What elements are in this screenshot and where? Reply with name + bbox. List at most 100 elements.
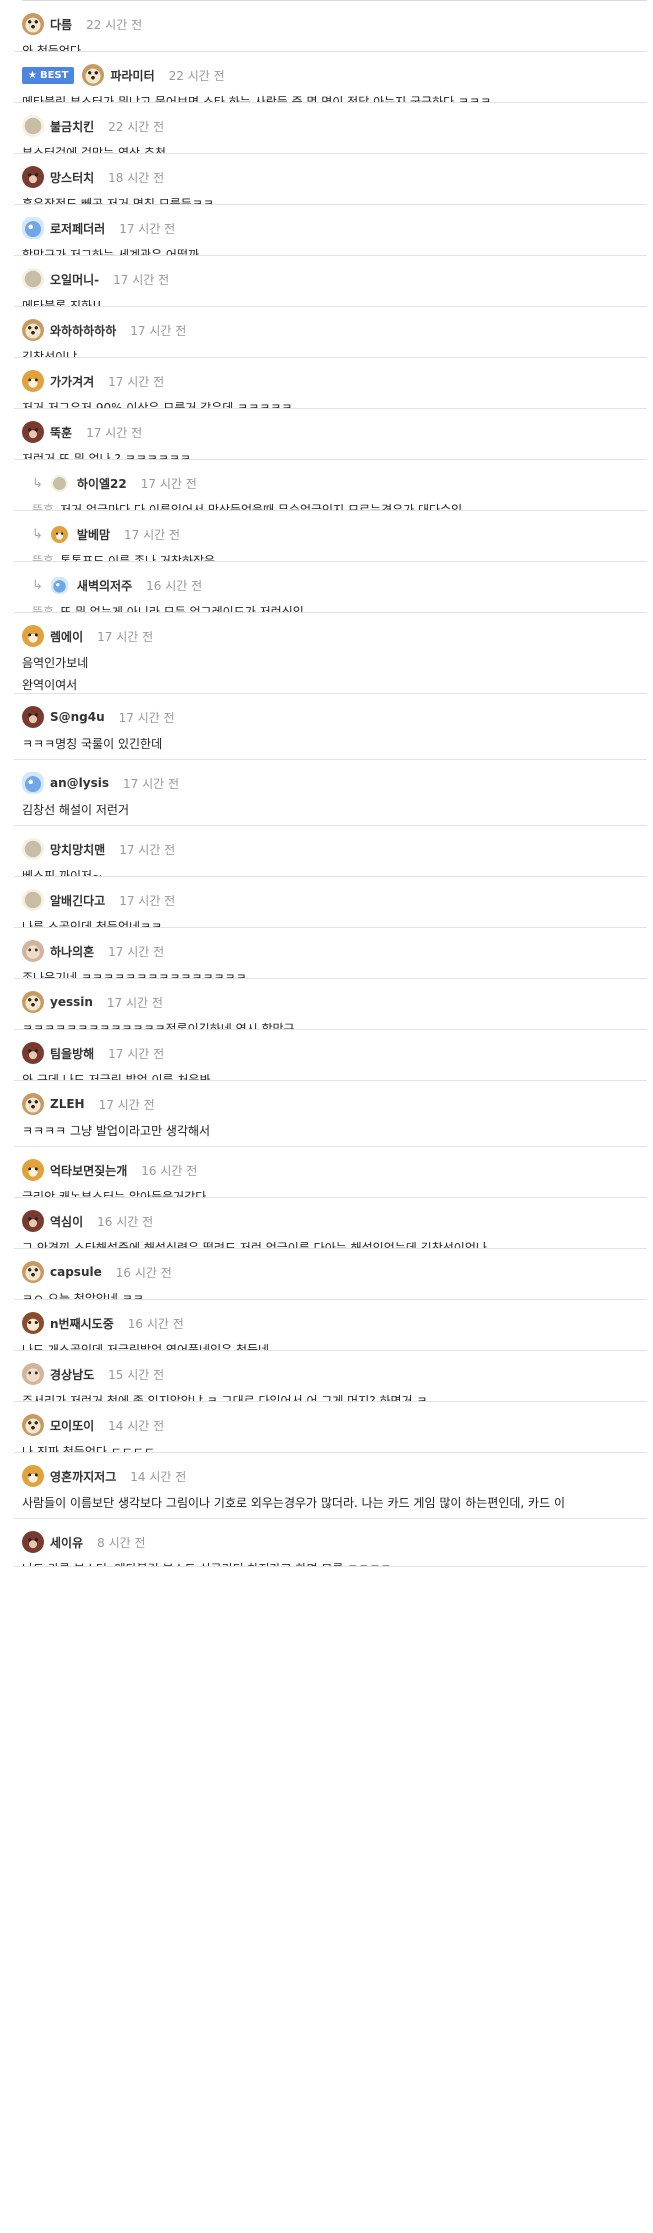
comment-text: 김창선 해설이 저런거 — [22, 803, 129, 817]
bear-avatar-icon[interactable] — [22, 1531, 44, 1553]
reply-item: ↳ 하이엘22 17 시간 전 뚝훈 저거 업글마다 다 이름있어서 막상들었을때 무슨… — [14, 460, 647, 511]
nickname[interactable]: 뚝훈 — [50, 424, 72, 441]
nickname[interactable]: 알배긴다고 — [50, 892, 105, 909]
fox-avatar-icon[interactable] — [50, 525, 68, 543]
nickname[interactable]: 경상남도 — [50, 1366, 94, 1383]
comment-item: ★ BEST 파라미터 22 시간 전 메타블릭 부스터가 뭐냐고 물어보면 스타 하는… — [14, 52, 647, 103]
timestamp: 15 시간 전 — [108, 1367, 165, 1382]
nickname[interactable]: 오일머니- — [50, 271, 99, 288]
timestamp: 17 시간 전 — [118, 710, 175, 725]
comment-meta: 억타보면짖는개 16 시간 전 — [22, 1157, 637, 1183]
fox-avatar-icon[interactable] — [22, 625, 44, 647]
nickname[interactable]: n번째시도중 — [50, 1315, 114, 1332]
nickname[interactable]: an@lysis — [50, 776, 109, 790]
reply-item: ↳ 발베맘 17 시간 전 뚝훈 통통포도 이름 존나 거창하잖음 — [14, 511, 647, 562]
crown-avatar-icon[interactable] — [22, 1312, 44, 1334]
reply-target[interactable]: 뚝훈 — [32, 503, 54, 510]
nickname[interactable]: 불금치킨 — [50, 118, 94, 135]
comment-text-line: 나름 스골인데 첨들었네ㅋㅋ — [22, 916, 637, 927]
nickname[interactable]: capsule — [50, 1265, 102, 1279]
comment-meta: 렘에이 17 시간 전 — [22, 623, 637, 649]
nickname[interactable]: 와하하하하하 — [50, 322, 116, 339]
comment-meta: capsule 16 시간 전 — [22, 1259, 637, 1285]
bear-avatar-icon[interactable] — [22, 706, 44, 728]
star-icon: ★ — [28, 69, 37, 81]
comment-text: 저런거 또 뭐 없나 ? ㅋㅋㅋㅋㅋㅋ — [22, 452, 191, 460]
puppy-avatar-icon[interactable] — [22, 13, 44, 35]
nickname[interactable]: 렘에이 — [50, 628, 83, 645]
nickname[interactable]: 하이엘22 — [77, 475, 127, 492]
nickname[interactable]: 세이유 — [50, 1534, 83, 1551]
sheep-avatar-icon[interactable] — [22, 1363, 44, 1385]
comment-body: ㅋㅋㅋㅋㅋㅋㅋㅋㅋㅋㅋㅋㅋ정론이긴하네 역시 할망구 — [22, 1018, 637, 1029]
comment-text: 또 뭐 없는게 아니라 모든 업그레이드가 저런식임 — [60, 605, 304, 613]
nickname[interactable]: 팀을방해 — [50, 1045, 94, 1062]
blob-avatar-icon[interactable] — [22, 838, 44, 860]
comment-meta: 경상남도 15 시간 전 — [22, 1361, 637, 1387]
sheep-avatar-icon[interactable] — [22, 940, 44, 962]
nickname[interactable]: 로저페더러 — [50, 220, 105, 237]
timestamp: 16 시간 전 — [146, 578, 203, 593]
comment-meta: 모이또이 14 시간 전 — [22, 1412, 637, 1438]
nickname[interactable]: 새벽의저주 — [77, 577, 132, 594]
puppy-avatar-icon[interactable] — [22, 1414, 44, 1436]
comment-body: 할망구가 저그하는 세계관은 어떨까 — [22, 244, 637, 255]
nickname[interactable]: 파라미터 — [110, 67, 154, 84]
comment-item: 뚝훈 17 시간 전 저런거 또 뭐 없나 ? ㅋㅋㅋㅋㅋㅋ — [14, 409, 647, 460]
timestamp: 17 시간 전 — [98, 1097, 155, 1112]
puppy-avatar-icon[interactable] — [82, 64, 105, 86]
nickname[interactable]: yessin — [50, 995, 93, 1009]
comment-item: 억타보면짖는개 16 시간 전 글리앗 캐논부스터는 알아들을거같다 — [14, 1147, 647, 1198]
comment-text: 와 근데 나도 저글링 발업 이름 처음봐 — [22, 1073, 211, 1081]
nickname[interactable]: 발베맘 — [77, 526, 110, 543]
comment-meta: S@ng4u 17 시간 전 — [22, 704, 637, 730]
nickname[interactable]: 망스터치 — [50, 169, 94, 186]
comment-text: ㄹㅇ 오늘 첨알았네 ㅋㅋ — [22, 1292, 144, 1300]
bear-avatar-icon[interactable] — [22, 1042, 44, 1064]
nickname[interactable]: 가가겨겨 — [50, 373, 94, 390]
nickname[interactable]: 망치망치맨 — [50, 841, 105, 858]
timestamp: 17 시간 전 — [130, 323, 187, 338]
nickname[interactable]: 모이또이 — [50, 1417, 94, 1434]
nickname[interactable]: 역심이 — [50, 1213, 83, 1230]
comment-text: 나도 개스골인데 저글링발업 영어풀네임은 첨듣네 — [22, 1343, 270, 1351]
fox-avatar-icon[interactable] — [22, 1159, 44, 1181]
comment-text-line: 흑운장정도 빼곤 저거 명칭 모를듯ㅋㅋ — [22, 193, 637, 204]
comment-text: 메타블록 진화!! — [22, 299, 102, 307]
bear-avatar-icon[interactable] — [22, 166, 44, 188]
puppy-avatar-icon[interactable] — [22, 319, 44, 341]
blob-avatar-icon[interactable] — [50, 474, 68, 492]
puppy-avatar-icon[interactable] — [22, 1093, 44, 1115]
bear-avatar-icon[interactable] — [22, 421, 44, 443]
best-badge: ★ BEST — [22, 66, 75, 84]
puppy-avatar-icon[interactable] — [22, 991, 44, 1013]
comment-item: 와하하하하하 17 시간 전 김창선이냐 — [14, 307, 647, 358]
comment-text-line: 김창선 해설이 저런거 — [22, 799, 637, 821]
comment-text-line: ㅋㅋㅋ명칭 국룰이 있긴한데 — [22, 733, 637, 755]
fox-avatar-icon[interactable] — [22, 1465, 44, 1487]
timestamp: 17 시간 전 — [113, 272, 170, 287]
nickname[interactable]: ZLEH — [50, 1097, 85, 1111]
comment-meta: 하나의혼 17 시간 전 — [22, 938, 637, 964]
fox-avatar-icon[interactable] — [22, 370, 44, 392]
nickname[interactable]: 영혼까지저그 — [50, 1468, 116, 1485]
comment-meta: ZLEH 17 시간 전 — [22, 1091, 637, 1117]
blue-avatar-icon[interactable] — [50, 576, 68, 594]
puppy-avatar-icon[interactable] — [22, 1261, 44, 1283]
blue-avatar-icon[interactable] — [22, 217, 44, 239]
bear-avatar-icon[interactable] — [22, 1210, 44, 1232]
nickname[interactable]: 다름 — [50, 16, 72, 33]
timestamp: 14 시간 전 — [108, 1418, 165, 1433]
nickname[interactable]: S@ng4u — [50, 710, 105, 724]
comment-meta: 팀을방해 17 시간 전 — [22, 1040, 637, 1066]
blue-avatar-icon[interactable] — [22, 772, 44, 794]
nickname[interactable]: 하나의혼 — [50, 943, 94, 960]
blob-avatar-icon[interactable] — [22, 115, 44, 137]
nickname[interactable]: 억타보면짖는개 — [50, 1162, 127, 1179]
comment-text-line: 저런거 또 뭐 없나 ? ㅋㅋㅋㅋㅋㅋ — [22, 448, 637, 460]
reply-target[interactable]: 뚝훈 — [32, 554, 54, 561]
blob-avatar-icon[interactable] — [22, 268, 44, 290]
timestamp: 14 시간 전 — [130, 1469, 187, 1484]
blob-avatar-icon[interactable] — [22, 889, 44, 911]
reply-target[interactable]: 뚝훈 — [32, 605, 54, 612]
